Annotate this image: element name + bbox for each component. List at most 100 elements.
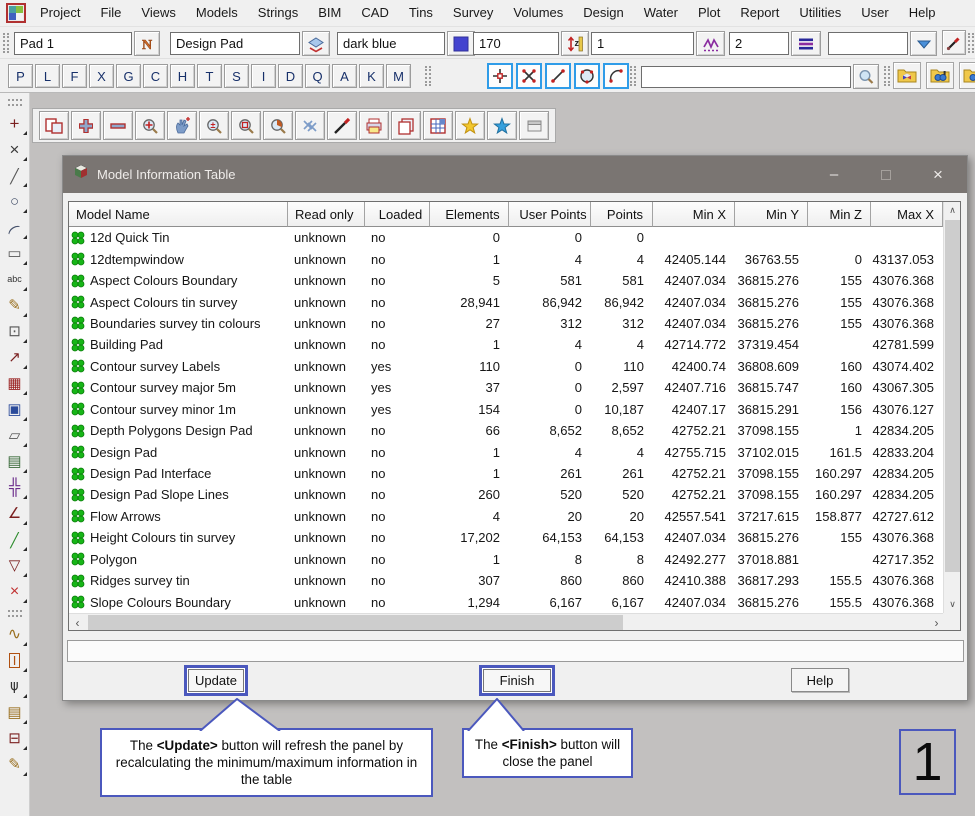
- table-row[interactable]: 12dtempwindow unknown no 1 4 4 42405.144 36763.…: [69, 248, 943, 269]
- measure-tool[interactable]: ↗: [2, 345, 28, 370]
- create-rectangle-tool[interactable]: ▭: [2, 241, 28, 266]
- menu-user[interactable]: User: [851, 0, 898, 26]
- segment-colours-tool[interactable]: ╱: [2, 527, 28, 552]
- maximize-button[interactable]: [865, 156, 907, 193]
- toolbar-grip[interactable]: [630, 66, 636, 86]
- mode-x-button[interactable]: X: [89, 64, 114, 88]
- mode-a-button[interactable]: A: [332, 64, 357, 88]
- weight-field[interactable]: [591, 32, 694, 55]
- eyedropper-button[interactable]: [942, 30, 966, 55]
- column-header-min_y[interactable]: Min Y: [735, 202, 808, 227]
- mode-h-button[interactable]: H: [170, 64, 195, 88]
- mode-s-button[interactable]: S: [224, 64, 249, 88]
- table-row[interactable]: Polygon unknown no 1 8 8 42492.277 37018.881 427…: [69, 549, 943, 570]
- favourite-yellow-button[interactable]: [455, 111, 485, 140]
- layers-button[interactable]: [302, 31, 330, 56]
- edit-pencil-tool[interactable]: ✎: [2, 293, 28, 318]
- height-field[interactable]: [473, 32, 559, 55]
- app-logo-icon[interactable]: [6, 3, 26, 23]
- vertical-scrollbar-thumb[interactable]: [945, 220, 960, 572]
- minimize-button[interactable]: –: [813, 156, 855, 193]
- help-button[interactable]: Help: [791, 668, 849, 692]
- translate-tool[interactable]: ╬: [2, 475, 28, 500]
- table-row[interactable]: Design Pad Interface unknown no 1 261 261 4275…: [69, 463, 943, 484]
- column-header-name[interactable]: Model Name: [69, 202, 288, 227]
- dialog-titlebar[interactable]: Model Information Table – ×: [63, 156, 967, 193]
- column-header-points[interactable]: Points: [591, 202, 653, 227]
- copy-view-button[interactable]: [391, 111, 421, 140]
- sidebar-grip[interactable]: [7, 99, 22, 106]
- column-header-loaded[interactable]: Loaded: [365, 202, 430, 227]
- toolbar-grip[interactable]: [3, 33, 9, 53]
- menu-help[interactable]: Help: [899, 0, 946, 26]
- dropdown-button[interactable]: [910, 31, 937, 56]
- table-row[interactable]: Slope Colours Boundary unknown no 1,294 6,16…: [69, 591, 943, 612]
- menu-bim[interactable]: BIM: [308, 0, 351, 26]
- clip-polygon-tool[interactable]: ▱: [2, 423, 28, 448]
- menu-strings[interactable]: Strings: [248, 0, 308, 26]
- menu-utilities[interactable]: Utilities: [789, 0, 851, 26]
- column-header-min_x[interactable]: Min X: [653, 202, 735, 227]
- column-header-elements[interactable]: Elements: [430, 202, 509, 227]
- menu-plot[interactable]: Plot: [688, 0, 730, 26]
- junction-cross-tool[interactable]: ×: [2, 137, 28, 162]
- mode-p-button[interactable]: P: [8, 64, 33, 88]
- column-header-max_x[interactable]: Max X: [871, 202, 943, 227]
- column-header-user_points[interactable]: User Points: [509, 202, 591, 227]
- table-row[interactable]: Ridges survey tin unknown no 307 860 860 42410…: [69, 570, 943, 591]
- panel-extra-button[interactable]: [519, 111, 549, 140]
- extra-folder-button[interactable]: [959, 62, 975, 89]
- point-symbol-tool[interactable]: ⊡: [2, 319, 28, 344]
- regen-brush-button[interactable]: [327, 111, 357, 140]
- menu-report[interactable]: Report: [730, 0, 789, 26]
- models-folder-button[interactable]: [893, 62, 921, 89]
- table-row[interactable]: Design Pad unknown no 1 4 4 42755.715 37102.015…: [69, 441, 943, 462]
- finish-button[interactable]: Finish: [483, 669, 551, 692]
- mode-l-button[interactable]: L: [35, 64, 60, 88]
- snap-point-button[interactable]: [487, 63, 513, 89]
- favourite-blue-button[interactable]: [487, 111, 517, 140]
- mode-m-button[interactable]: M: [386, 64, 411, 88]
- grid-tool[interactable]: ▦: [2, 371, 28, 396]
- menu-views[interactable]: Views: [131, 0, 185, 26]
- table-row[interactable]: Building Pad unknown no 1 4 4 42714.772 37319.4…: [69, 334, 943, 355]
- menu-file[interactable]: File: [90, 0, 131, 26]
- zoom-extents-button[interactable]: [135, 111, 165, 140]
- sheet-grid-button[interactable]: [423, 111, 453, 140]
- mode-f-button[interactable]: F: [62, 64, 87, 88]
- plot-button[interactable]: [359, 111, 389, 140]
- scroll-left-icon[interactable]: ‹: [69, 614, 86, 631]
- table-row[interactable]: Depth Polygons Design Pad unknown no 66 8,65…: [69, 420, 943, 441]
- interface-tool[interactable]: I: [2, 648, 28, 673]
- settings-folder-button[interactable]: [926, 62, 954, 89]
- table-row[interactable]: Boundaries survey tin colours unknown no 27…: [69, 313, 943, 334]
- table-row[interactable]: Height Colours tin survey unknown no 17,202…: [69, 527, 943, 548]
- snap-arc-button[interactable]: [603, 63, 629, 89]
- mode-g-button[interactable]: G: [116, 64, 141, 88]
- vertical-scrollbar[interactable]: ∧ ∨: [943, 202, 960, 613]
- linestyle-field[interactable]: [729, 32, 789, 55]
- swatch-button[interactable]: [447, 31, 475, 56]
- n-button[interactable]: N: [134, 31, 160, 56]
- column-header-min_z[interactable]: Min Z: [808, 202, 871, 227]
- mode-d-button[interactable]: D: [278, 64, 303, 88]
- polygon-tool[interactable]: ▽: [2, 553, 28, 578]
- menu-cad[interactable]: CAD: [351, 0, 398, 26]
- remove-view-button[interactable]: [103, 111, 133, 140]
- mode-t-button[interactable]: T: [197, 64, 222, 88]
- update-button[interactable]: Update: [188, 669, 244, 692]
- menu-water[interactable]: Water: [634, 0, 688, 26]
- table-row[interactable]: Design Pad Slope Lines unknown no 260 520 520…: [69, 484, 943, 505]
- search-input[interactable]: [641, 65, 851, 88]
- delete-points-tool[interactable]: ×: [2, 579, 28, 604]
- mode-k-button[interactable]: K: [359, 64, 384, 88]
- zruler-button[interactable]: z: [561, 31, 589, 56]
- table-row[interactable]: Aspect Colours tin survey unknown no 28,941…: [69, 291, 943, 312]
- search-button[interactable]: [853, 64, 879, 89]
- snap-cross-button[interactable]: [516, 63, 542, 89]
- toolbar-grip[interactable]: [425, 66, 431, 86]
- create-point-tool[interactable]: +: [2, 111, 28, 136]
- close-button[interactable]: ×: [917, 156, 959, 193]
- horizontal-scrollbar-thumb[interactable]: [88, 615, 623, 630]
- tinable-field[interactable]: [828, 32, 908, 55]
